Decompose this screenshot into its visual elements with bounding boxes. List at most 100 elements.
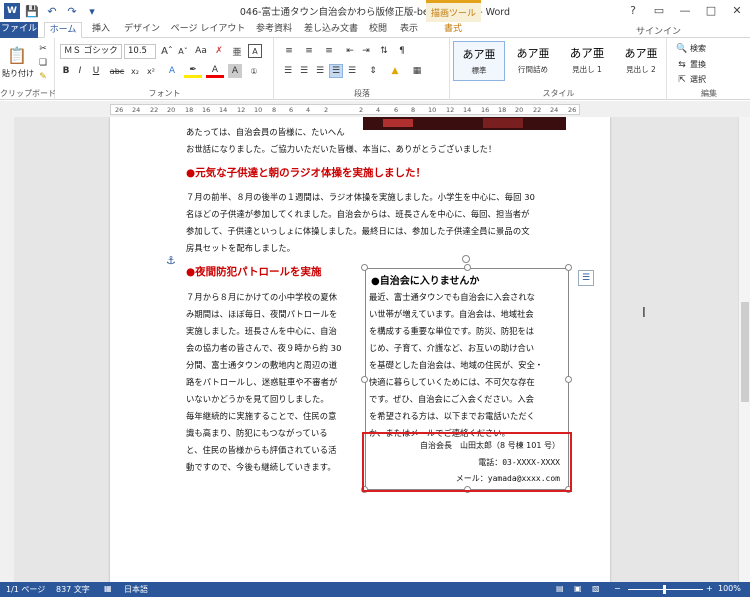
increase-indent-icon[interactable]: ⇥: [359, 44, 373, 58]
bullets-icon[interactable]: ≡: [281, 44, 297, 58]
ruler-number: 6: [289, 106, 294, 114]
justify-icon[interactable]: ☰: [329, 64, 343, 78]
clipboard-group: 📋 貼り付け ✂ ❏ ✎ クリップボード: [0, 38, 56, 100]
format-painter-icon[interactable]: ✎: [36, 70, 50, 83]
phonetic-guide-icon[interactable]: 亜: [230, 44, 244, 58]
align-center-icon[interactable]: ☰: [297, 64, 311, 78]
change-case-icon[interactable]: Aa: [194, 44, 208, 58]
clear-formatting-icon[interactable]: ✗: [212, 44, 226, 58]
tab-format[interactable]: 書式: [436, 22, 470, 38]
vertical-ruler[interactable]: [0, 117, 14, 582]
ribbon-display-options-button[interactable]: ▭: [646, 0, 672, 20]
style-heading-2[interactable]: あア亜 見出し 2: [615, 41, 667, 81]
resize-handle[interactable]: [464, 264, 471, 271]
save-icon[interactable]: 💾: [24, 3, 40, 19]
tab-home[interactable]: ホーム: [44, 22, 82, 38]
resize-handle[interactable]: [565, 376, 572, 383]
redo-icon[interactable]: ↷: [64, 3, 80, 19]
scrollbar-thumb[interactable]: [741, 302, 749, 402]
tab-view[interactable]: 表示: [396, 22, 422, 38]
signin-link[interactable]: サインイン: [636, 24, 681, 37]
zoom-out-icon[interactable]: −: [614, 584, 621, 593]
ribbon-tab-bar: ファイル ホーム 挿入 デザイン ページ レイアウト 参考資料 差し込み文書 校…: [0, 22, 750, 38]
subscript-icon[interactable]: x₂: [128, 64, 142, 78]
show-hide-marks-icon[interactable]: ¶: [395, 44, 409, 58]
underline-icon[interactable]: U: [88, 64, 104, 78]
ruler-number: 6: [394, 106, 399, 114]
shrink-font-icon[interactable]: Aˇ: [176, 44, 190, 58]
zoom-level[interactable]: 100%: [718, 584, 741, 593]
tab-mailings[interactable]: 差し込み文書: [300, 22, 362, 38]
horizontal-ruler[interactable]: 26 24 22 20 18 16 14 12 10 8 6 4 2 2 4 6 8 10 12 14 16 18 20 22…: [110, 104, 580, 115]
style-heading-1[interactable]: あア亜 見出し 1: [561, 41, 613, 81]
zoom-slider-thumb[interactable]: [663, 585, 666, 594]
resize-handle[interactable]: [361, 376, 368, 383]
replace-button[interactable]: 置換: [690, 59, 706, 70]
word-count[interactable]: 837 文字: [56, 584, 90, 595]
close-button[interactable]: ✕: [724, 0, 750, 20]
web-layout-icon[interactable]: ▧: [592, 584, 600, 593]
sort-icon[interactable]: ⇅: [377, 44, 391, 58]
resize-handle[interactable]: [565, 264, 572, 271]
shading-icon[interactable]: ▲: [387, 64, 403, 78]
style-normal[interactable]: あア亜 標準: [453, 41, 505, 81]
print-layout-icon[interactable]: ▣: [574, 584, 582, 593]
undo-icon[interactable]: ↶: [44, 3, 60, 19]
style-sample: あア亜: [624, 47, 658, 60]
paste-button[interactable]: 貼り付け: [2, 68, 34, 79]
font-group: ＭＳ ゴシック ( 10.5 Aˆ Aˇ Aa ✗ 亜 A B I U abc …: [56, 38, 274, 100]
rotation-handle[interactable]: [462, 255, 470, 263]
character-shading-icon[interactable]: A: [228, 64, 242, 78]
document-title: 046-富士通タウン自治会かわら版修正版-beforer.docx - Word: [239, 7, 511, 18]
line-spacing-icon[interactable]: ⇕: [365, 64, 381, 78]
align-left-icon[interactable]: ☰: [281, 64, 295, 78]
paste-icon[interactable]: 📋: [6, 44, 28, 66]
italic-icon[interactable]: I: [74, 64, 86, 78]
tab-review[interactable]: 校閲: [366, 22, 390, 38]
cut-icon[interactable]: ✂: [36, 42, 50, 55]
font-size-combo[interactable]: 10.5: [124, 44, 156, 59]
borders-icon[interactable]: ▦: [409, 64, 425, 78]
font-name-combo[interactable]: ＭＳ ゴシック (: [60, 44, 122, 59]
zoom-in-icon[interactable]: +: [706, 584, 713, 593]
font-color-icon[interactable]: A: [206, 64, 224, 78]
style-no-spacing[interactable]: あア亜 行間詰め: [507, 41, 559, 81]
language[interactable]: 日本語: [124, 584, 148, 595]
align-right-icon[interactable]: ☰: [313, 64, 327, 78]
tab-references[interactable]: 参考資料: [254, 22, 294, 38]
text-effects-icon[interactable]: A: [164, 64, 180, 78]
enclosed-char-icon[interactable]: ①: [246, 64, 262, 78]
vertical-scrollbar[interactable]: [738, 117, 750, 582]
multilevel-list-icon[interactable]: ≡: [321, 44, 337, 58]
help-button[interactable]: ?: [620, 0, 646, 20]
superscript-icon[interactable]: x²: [144, 64, 158, 78]
word-logo-icon: W: [4, 3, 20, 19]
numbering-icon[interactable]: ≡: [301, 44, 317, 58]
copy-icon[interactable]: ❏: [36, 56, 50, 69]
resize-handle[interactable]: [361, 264, 368, 271]
tab-insert[interactable]: 挿入: [86, 22, 116, 38]
proofing-icon[interactable]: ▦: [104, 584, 112, 593]
tab-file[interactable]: ファイル: [0, 22, 38, 38]
layout-options-icon[interactable]: ☰: [578, 270, 594, 286]
photo-image[interactable]: [363, 117, 566, 130]
tab-design[interactable]: デザイン: [122, 22, 162, 38]
grow-font-icon[interactable]: Aˆ: [160, 44, 174, 58]
decrease-indent-icon[interactable]: ⇤: [343, 44, 357, 58]
maximize-button[interactable]: □: [698, 0, 724, 20]
page-count[interactable]: 1/1 ページ: [6, 584, 45, 595]
bold-icon[interactable]: B: [60, 64, 72, 78]
read-mode-icon[interactable]: ▤: [556, 584, 564, 593]
select-button[interactable]: 選択: [690, 74, 706, 85]
distributed-icon[interactable]: ☰: [345, 64, 359, 78]
tab-page-layout[interactable]: ページ レイアウト: [168, 22, 248, 38]
body-line: 名ほどの子供達が参加してくれました。自治会からは、班長さんを中心に、毎回、担当者…: [186, 209, 530, 219]
highlight-color-icon[interactable]: ✒: [184, 64, 202, 78]
strikethrough-icon[interactable]: abc: [108, 64, 126, 78]
find-button[interactable]: 検索: [690, 43, 706, 54]
enclose-characters-icon[interactable]: A: [248, 44, 262, 58]
ruler-number: 20: [167, 106, 176, 114]
customize-qat-icon[interactable]: ▾: [84, 3, 100, 19]
style-sample: あア亜: [462, 48, 496, 61]
minimize-button[interactable]: —: [672, 0, 698, 20]
